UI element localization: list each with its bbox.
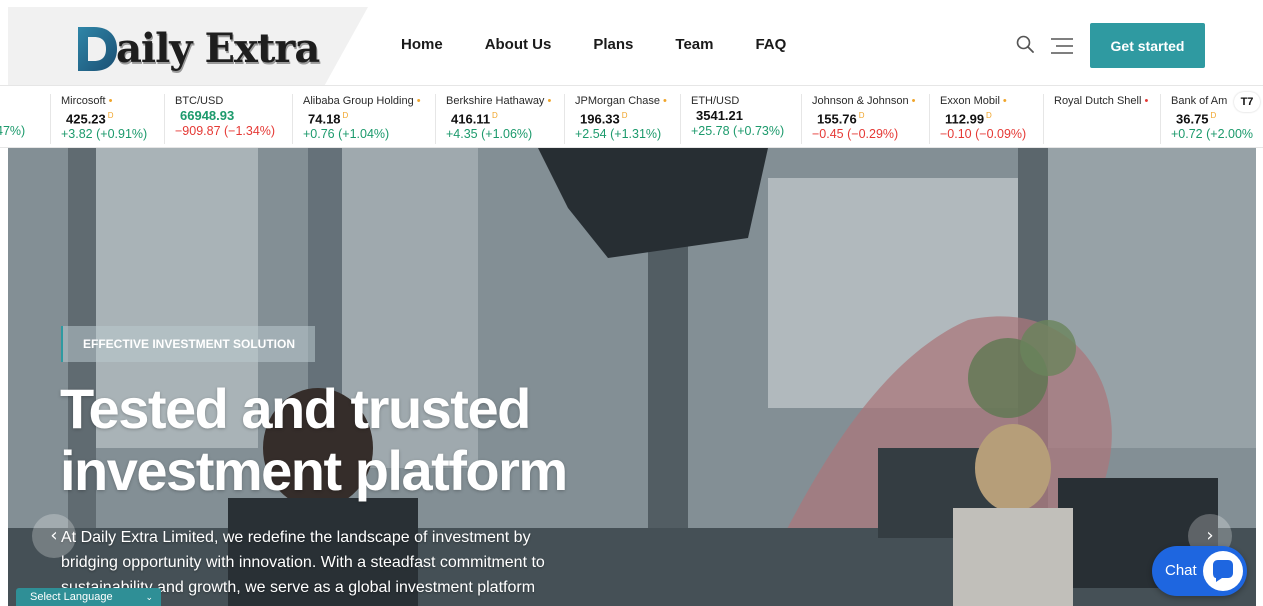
delay-flag: D <box>492 111 498 120</box>
stock-ticker: 47%) Mircosoft• 425.23D +3.82 (+0.91%) B… <box>0 85 1263 148</box>
delay-flag: D <box>342 111 349 120</box>
chevron-down-icon: ⌄ <box>145 592 153 602</box>
delay-flag: D <box>107 111 114 120</box>
get-started-button[interactable]: Get started <box>1090 23 1205 68</box>
chat-label: Chat <box>1165 562 1197 579</box>
language-select-label: Select Language <box>30 591 113 603</box>
ticker-price: 3541.21 <box>696 108 743 123</box>
ticker-item-jnj[interactable]: Johnson & Johnson • 155.76 D −0.45 (−0.29%… <box>801 94 916 144</box>
delay-flag: D <box>858 111 865 120</box>
market-status-dot: • <box>416 95 421 107</box>
tradingview-logo-icon[interactable]: T7 <box>1234 92 1260 112</box>
ticker-price: 74.18 <box>308 111 341 127</box>
market-status-dot: • <box>663 95 667 107</box>
logo-d-mark <box>78 27 117 71</box>
delay-flag: D <box>986 111 992 120</box>
ticker-name: Berkshire Hathaway <box>446 95 545 107</box>
ticker-change: −0.45 (−0.29%) <box>812 127 899 142</box>
page: aily Extra Home About Us Plans Team FAQ … <box>0 0 1263 606</box>
ticker-item-btcusd[interactable]: BTC/USD 66948.93 −909.87 (−1.34%) <box>164 94 275 144</box>
ticker-name: JPMorgan Chase <box>575 95 660 107</box>
market-status-dot: • <box>108 95 113 107</box>
ticker-item-ethusd[interactable]: ETH/USD 3541.21 +25.78 (+0.73%) <box>680 94 784 144</box>
ticker-change: +0.72 (+2.00% <box>1171 127 1254 142</box>
ticker-price: 112.99 <box>945 111 985 127</box>
ticker-item-exxon[interactable]: Exxon Mobil • 112.99 D −0.10 (−0.09%) <box>929 94 1026 144</box>
slider-prev-button[interactable]: ‹ <box>32 514 76 558</box>
ticker-change: 47%) <box>0 124 26 138</box>
ticker-item-shell[interactable]: Royal Dutch Shell • <box>1043 94 1148 144</box>
logo[interactable]: aily Extra <box>76 19 320 73</box>
market-status-dot: • <box>547 95 552 107</box>
site-header: aily Extra Home About Us Plans Team FAQ … <box>8 7 1256 85</box>
ticker-change: +3.82 (+0.91%) <box>61 127 148 142</box>
ticker-price: 36.75 <box>1176 111 1209 127</box>
ticker-name: Royal Dutch Shell <box>1054 95 1142 107</box>
main-nav: Home About Us Plans Team FAQ <box>401 37 828 53</box>
ticker-change: +2.54 (+1.31%) <box>575 127 662 142</box>
search-icon[interactable] <box>1016 35 1034 53</box>
ticker-price: 66948.93 <box>180 108 235 123</box>
nav-team[interactable]: Team <box>675 37 713 53</box>
ticker-item-msft[interactable]: Mircosoft • 425.23 D +3.82 (+0.91%) <box>50 94 147 144</box>
ticker-name: Mircosoft <box>61 95 106 107</box>
ticker-change: +25.78 (+0.73%) <box>691 124 785 138</box>
hero-slider: EFFECTIVE INVESTMENT SOLUTION Tested and… <box>8 148 1256 606</box>
nav-faq[interactable]: FAQ <box>755 37 786 53</box>
ticker-change: +0.76 (+1.04%) <box>303 127 390 142</box>
ticker-item-berkshire[interactable]: Berkshire Hathaway • 416.11 D +4.35 (+1.06… <box>435 94 551 144</box>
hero-title: Tested and trusted investment platform <box>60 377 568 502</box>
ticker-change: −909.87 (−1.34%) <box>175 124 276 138</box>
nav-home[interactable]: Home <box>401 37 443 53</box>
ticker-price: 155.76 <box>817 111 857 127</box>
ticker-change: +4.35 (+1.06%) <box>446 127 533 142</box>
ticker-item-jpmorgan[interactable]: JPMorgan Chase • 196.33 D +2.54 (+1.31%) <box>564 94 667 144</box>
ticker-name: Johnson & Johnson <box>812 95 909 107</box>
delay-flag: D <box>1210 111 1217 120</box>
chat-widget-button[interactable]: Chat <box>1152 546 1247 596</box>
nav-plans[interactable]: Plans <box>593 37 633 53</box>
ticker-name: Bank of Am <box>1171 95 1228 107</box>
language-select[interactable]: Select Language ⌄ <box>16 588 161 606</box>
ticker-name: Exxon Mobil <box>940 95 1000 107</box>
hero-eyebrow: EFFECTIVE INVESTMENT SOLUTION <box>61 326 316 362</box>
delay-flag: D <box>621 111 628 120</box>
ticker-name: Alibaba Group Holding <box>303 95 414 107</box>
ticker-price: 196.33 <box>580 111 620 127</box>
ticker-name: BTC/USD <box>175 95 224 107</box>
ticker-name: ETH/USD <box>691 95 740 107</box>
ticker-item-alibaba[interactable]: Alibaba Group Holding • 74.18 D +0.76 (+1.… <box>292 94 421 144</box>
ticker-item-partial[interactable]: 47%) <box>0 94 25 144</box>
ticker-change: −0.10 (−0.09%) <box>940 127 1027 142</box>
ticker-price: 425.23 <box>66 111 106 127</box>
ticker-price: 416.11 <box>451 111 491 127</box>
menu-icon[interactable] <box>1050 37 1074 55</box>
market-status-dot: • <box>1002 95 1007 107</box>
logo-text: aily Extra <box>116 25 320 72</box>
chat-bubble-icon <box>1203 551 1243 591</box>
market-status-dot: • <box>1144 95 1149 107</box>
nav-about-us[interactable]: About Us <box>485 37 552 53</box>
market-status-dot: • <box>911 95 916 107</box>
